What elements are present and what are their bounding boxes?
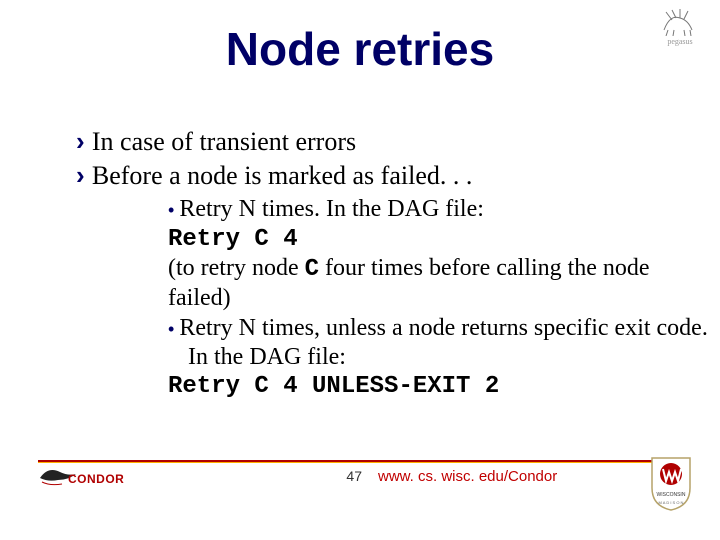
sub-paren: (to retry node C four times before calli… (168, 254, 716, 314)
page-number: 47 (0, 468, 362, 484)
svg-text:WISCONSIN: WISCONSIN (657, 492, 686, 498)
code-retry-1: Retry C 4 UNLESS-EXIT 2 (168, 372, 716, 401)
svg-text:M A D I S O N: M A D I S O N (659, 500, 684, 505)
footer-url: www. cs. wisc. edu/Condor (378, 468, 557, 485)
bullet-0: In case of transient errors (76, 126, 716, 158)
slide-title: Node retries (0, 22, 720, 76)
sub-1: Retry N times, unless a node returns spe… (168, 314, 716, 373)
sub-0: Retry N times. In the DAG file: (168, 195, 716, 224)
slide: pegasus Node retries In case of transien… (0, 0, 720, 540)
bullet-list: In case of transient errors Before a nod… (36, 126, 716, 403)
sub-list: Retry N times. In the DAG file: Retry C … (128, 195, 716, 401)
uw-crest: WISCONSIN M A D I S O N (648, 454, 694, 512)
code-retry-0: Retry C 4 (168, 225, 716, 254)
bullet-1-text: Before a node is marked as failed. . . (92, 161, 472, 190)
footer-divider (38, 460, 682, 463)
bullet-1: Before a node is marked as failed. . . R… (76, 160, 716, 402)
